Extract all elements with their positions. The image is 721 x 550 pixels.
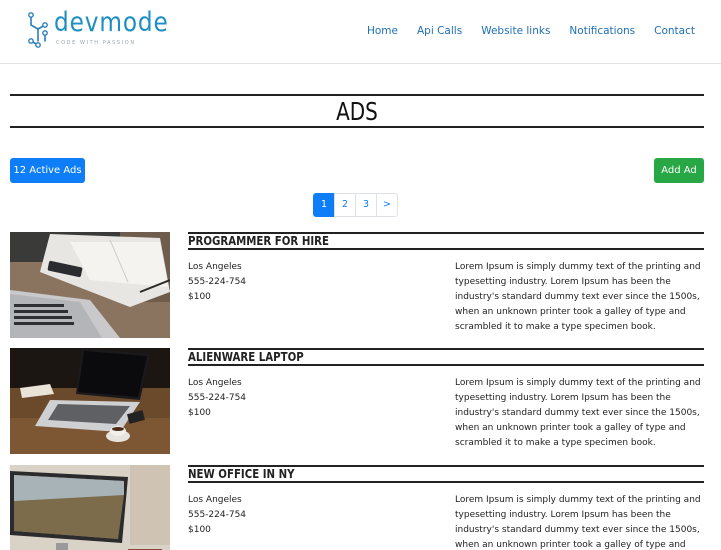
ad-image-laptop-coffee[interactable] xyxy=(10,348,170,454)
ad-location: Los Angeles xyxy=(188,378,242,388)
laptop-notebook-photo xyxy=(10,232,170,338)
ad-price: $100 xyxy=(188,408,211,418)
nav-link-api-calls[interactable]: Api Calls xyxy=(417,25,462,37)
ad-title[interactable]: ALIENWARE LAPTOP xyxy=(188,348,704,366)
ad-price: $100 xyxy=(188,525,211,535)
ad-description: Lorem Ipsum is simply dummy text of the … xyxy=(455,495,701,550)
page-title-bar: ADS xyxy=(10,94,704,128)
active-ads-button[interactable]: 12 Active Ads xyxy=(10,158,85,183)
nav-link-notifications[interactable]: Notifications xyxy=(569,25,635,37)
ad-details: Los Angeles 555-224-754 $100 xyxy=(188,493,246,538)
page-1-button[interactable]: 1 xyxy=(313,193,335,217)
next-page-button[interactable]: > xyxy=(376,193,398,217)
ad-description: Lorem Ipsum is simply dummy text of the … xyxy=(455,378,701,448)
ad-phone: 555-224-754 xyxy=(188,393,247,403)
nav-link-home[interactable]: Home xyxy=(367,25,398,37)
brand-tagline: CODE WITH PASSION xyxy=(56,40,136,46)
page-3-button[interactable]: 3 xyxy=(355,193,377,217)
ad-details: Los Angeles 555-224-754 $100 xyxy=(188,376,246,421)
page-title: ADS xyxy=(336,97,378,126)
ad-details: Los Angeles 555-224-754 $100 xyxy=(188,260,246,305)
ad-phone: 555-224-754 xyxy=(188,510,247,520)
ad-item: PROGRAMMER FOR HIRE Los Angeles 555-224-… xyxy=(10,232,704,338)
ad-item: ALIENWARE LAPTOP Los Angeles 555-224-754… xyxy=(10,348,704,454)
office-monitor-photo xyxy=(10,465,170,550)
laptop-coffee-photo xyxy=(10,348,170,454)
pagination: 1 2 3 > xyxy=(313,193,398,217)
ad-title[interactable]: PROGRAMMER FOR HIRE xyxy=(188,232,704,250)
nav-link-contact[interactable]: Contact xyxy=(654,25,695,37)
ad-location: Los Angeles xyxy=(188,262,242,272)
circuit-logo-icon xyxy=(28,12,48,48)
nav-menu: Home Api Calls Website links Notificatio… xyxy=(348,25,695,37)
ad-price: $100 xyxy=(188,292,211,302)
ad-location: Los Angeles xyxy=(188,495,242,505)
page-2-button[interactable]: 2 xyxy=(334,193,356,217)
ad-image-laptop-desk[interactable] xyxy=(10,232,170,338)
ad-phone: 555-224-754 xyxy=(188,277,247,287)
ad-item: NEW OFFICE IN NY Los Angeles 555-224-754… xyxy=(10,465,704,550)
ad-description: Lorem Ipsum is simply dummy text of the … xyxy=(455,262,701,332)
nav-link-website-links[interactable]: Website links xyxy=(481,25,550,37)
add-ad-button[interactable]: Add Ad xyxy=(654,158,704,183)
ad-image-office-monitor[interactable] xyxy=(10,465,170,550)
brand-name: devmode xyxy=(54,7,169,38)
navbar: devmode CODE WITH PASSION Home Api Calls… xyxy=(0,0,721,64)
ad-title[interactable]: NEW OFFICE IN NY xyxy=(188,465,704,483)
